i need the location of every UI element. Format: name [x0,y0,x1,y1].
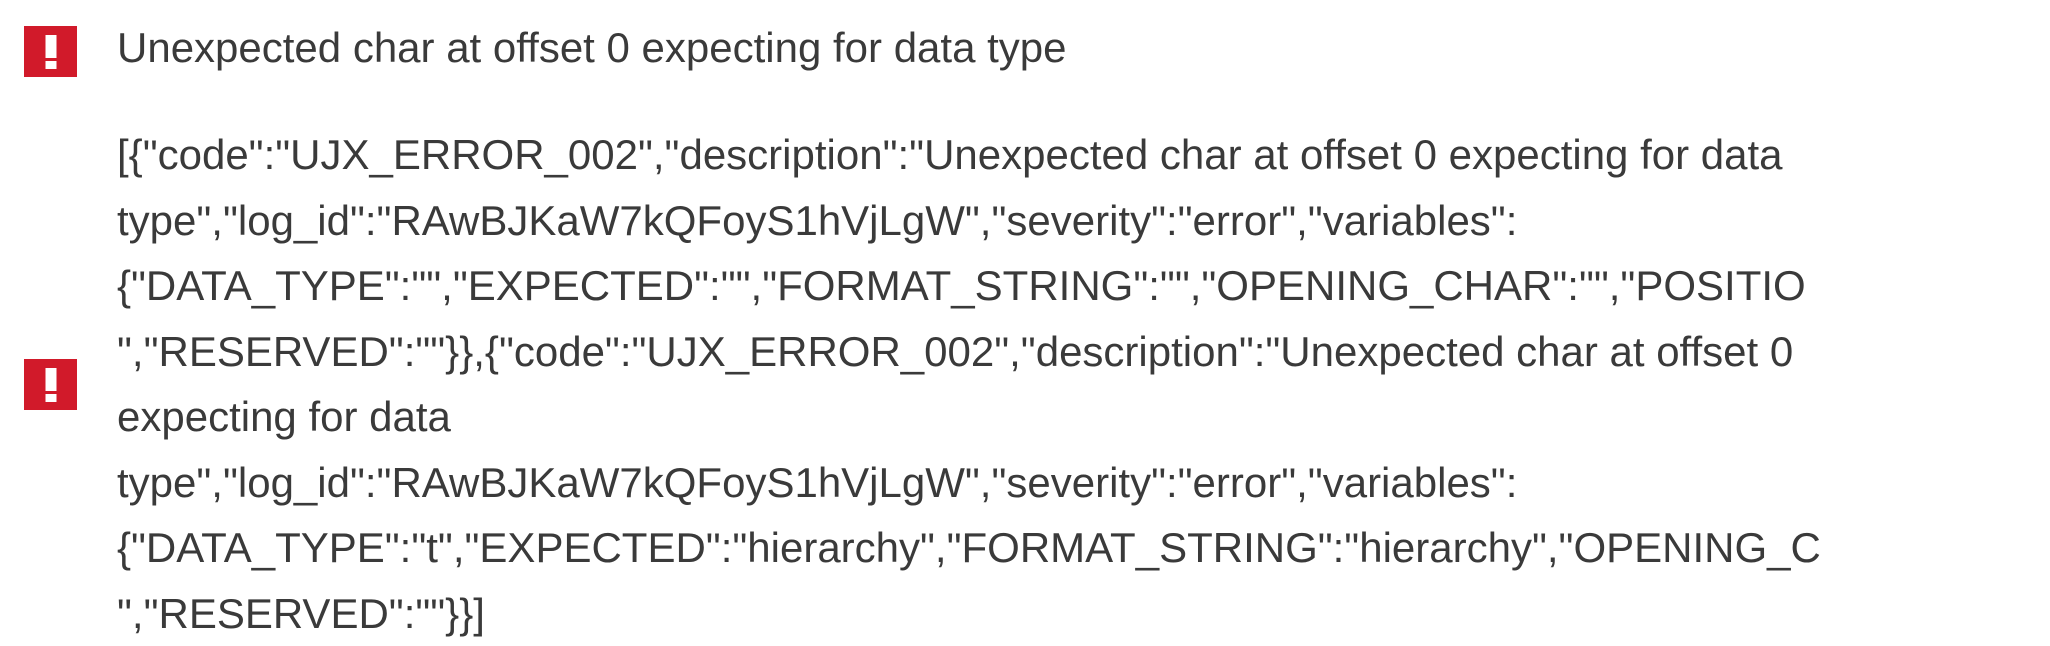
error-details-line: type","log_id":"RAwBJKaW7kQFoyS1hVjLgW",… [117,458,1518,506]
error-exclamation-icon [24,359,77,410]
error-details-line: ","RESERVED":""}}] [117,589,485,637]
error-details-line: type","log_id":"RAwBJKaW7kQFoyS1hVjLgW",… [117,196,1518,244]
error-details-line: {"DATA_TYPE":"t","EXPECTED":"hierarchy",… [117,524,1821,571]
error-details-line: [{"code":"UJX_ERROR_002","description":"… [117,131,1783,178]
error-exclamation-icon [24,26,77,77]
error-details-line: {"DATA_TYPE":"","EXPECTED":"","FORMAT_ST… [117,262,1806,309]
error-message-list: Unexpected char at offset 0 expecting fo… [0,0,2050,646]
error-message-text: Unexpected char at offset 0 expecting fo… [117,24,1067,71]
error-details-line: ","RESERVED":""}},{"code":"UJX_ERROR_002… [117,327,1794,375]
error-details-line: expecting for data [117,393,451,440]
error-details-json: [{"code":"UJX_ERROR_002","description":"… [117,122,2027,646]
